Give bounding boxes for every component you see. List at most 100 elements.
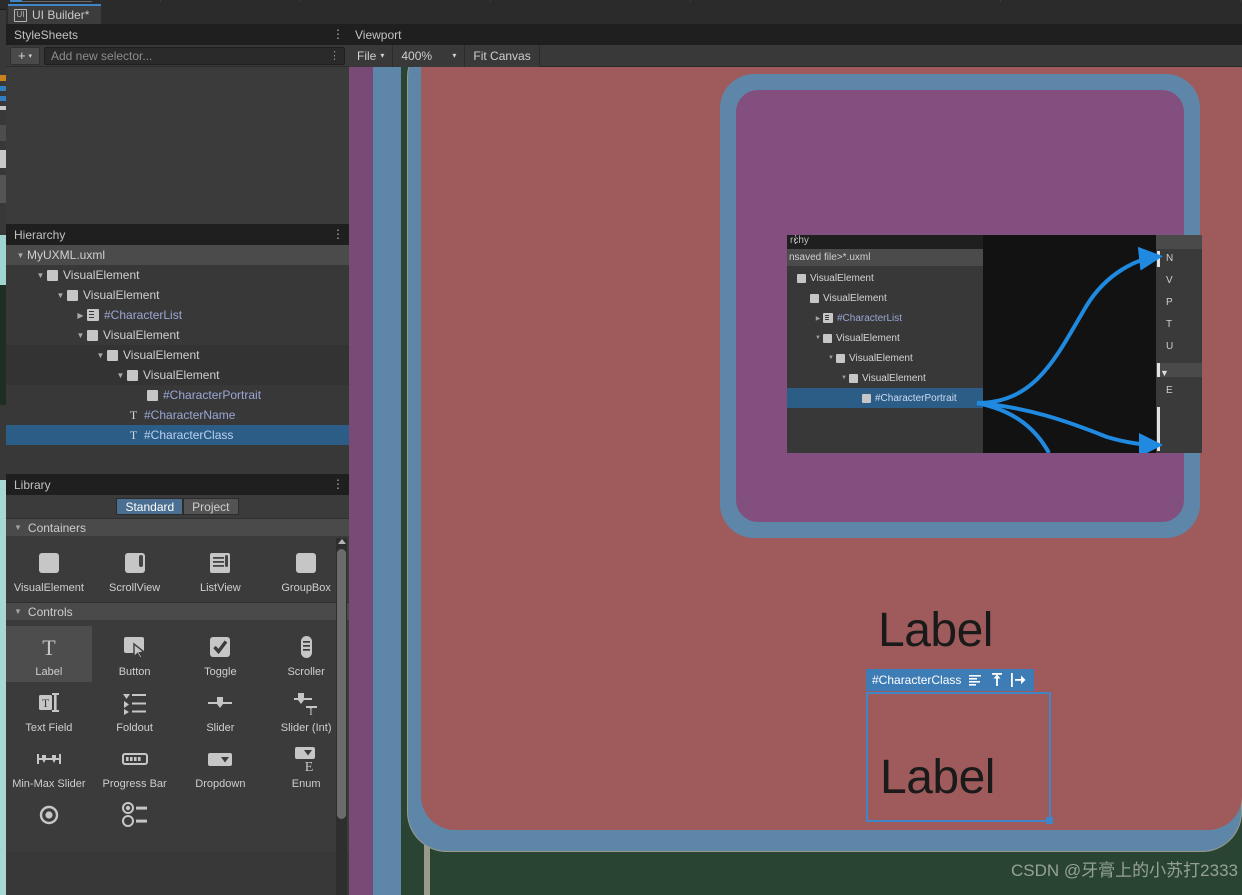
library-item-grid: VisualElement ScrollView ListView GroupBox: [6, 536, 349, 602]
character-class-selection-box[interactable]: Label: [866, 692, 1053, 824]
hierarchy-row[interactable]: ▼ VisualElement: [6, 285, 349, 305]
visual-element-icon: [87, 329, 98, 341]
library-item[interactable]: Toggle: [178, 626, 264, 682]
hierarchy-row-label: VisualElement: [143, 368, 220, 382]
hierarchy-row[interactable]: T #CharacterName: [6, 405, 349, 425]
button-icon: [120, 632, 150, 662]
dropdown-icon: [205, 744, 235, 774]
library-item-label: VisualElement: [13, 582, 84, 594]
fit-canvas-button[interactable]: Fit Canvas: [465, 44, 540, 67]
selection-tag-label: #CharacterClass: [872, 673, 962, 687]
add-stylesheet-button[interactable]: + ▾: [10, 46, 40, 65]
text-element-icon: T: [129, 407, 138, 422]
library-content: ▼ Containers VisualElement ScrollView ListVi…: [6, 518, 349, 852]
library-item[interactable]: Slider: [178, 682, 264, 738]
library-item[interactable]: T Label: [6, 626, 92, 682]
viewport-title: Viewport: [355, 27, 402, 42]
hierarchy-row[interactable]: ▼ MyUXML.uxml: [6, 245, 349, 265]
library-item[interactable]: Button: [92, 626, 178, 682]
character-portrait-inner[interactable]: rchy ⋮ nsaved file>*.uxml VisualElement V…: [736, 90, 1202, 522]
resize-handle-br[interactable]: [1046, 817, 1053, 824]
hierarchy-row-label: VisualElement: [103, 328, 180, 342]
library-scrollbar[interactable]: [336, 538, 347, 895]
text-field-icon: T: [34, 688, 64, 718]
library-item[interactable]: Progress Bar: [92, 738, 178, 794]
library-panel: Library ⋮ Standard Project ▼ Containers Vi…: [6, 474, 349, 895]
hierarchy-row[interactable]: #CharacterPortrait: [6, 385, 349, 405]
library-tab-standard[interactable]: Standard: [116, 498, 184, 515]
library-item[interactable]: Min-Max Slider: [6, 738, 92, 794]
selection-tag[interactable]: #CharacterClass: [866, 669, 1035, 691]
chevron-down-icon[interactable]: ▼: [94, 351, 107, 360]
library-item-label: ListView: [199, 582, 241, 594]
character-portrait-image: rchy ⋮ nsaved file>*.uxml VisualElement V…: [787, 235, 1202, 453]
stylesheets-kebab-icon[interactable]: ⋮: [332, 27, 344, 42]
selector-more-icon[interactable]: ⋮: [329, 49, 340, 62]
scroll-up-arrow-icon[interactable]: [338, 539, 346, 544]
chevron-down-icon[interactable]: ▼: [54, 291, 67, 300]
radio-button-icon: [34, 800, 64, 830]
library-item[interactable]: T Text Field: [6, 682, 92, 738]
library-item-label: Toggle: [204, 666, 237, 678]
left-panel-column: StyleSheets ⋮ + ▾ Add new selector... ⋮ …: [6, 24, 349, 895]
hierarchy-title: Hierarchy: [14, 227, 66, 242]
character-name-label[interactable]: Label: [878, 607, 993, 655]
canvas-stripe-blue-left: [373, 67, 401, 895]
library-tab-project[interactable]: Project: [183, 498, 239, 515]
library-section-header[interactable]: ▼ Controls: [6, 602, 349, 620]
text-align-icon[interactable]: [969, 674, 983, 687]
visual-element-icon: [67, 289, 78, 301]
library-item[interactable]: ScrollView: [92, 542, 178, 598]
anchor-up-icon[interactable]: [991, 673, 1003, 687]
svg-text:I: I: [309, 706, 313, 717]
stylesheets-toolbar: + ▾ Add new selector... ⋮: [6, 45, 349, 67]
label-icon: T: [34, 632, 64, 662]
library-section-header[interactable]: ▼ Containers: [6, 518, 349, 536]
chevron-down-icon[interactable]: ▼: [34, 271, 47, 280]
chevron-down-icon[interactable]: ▼: [74, 331, 87, 340]
hierarchy-row-label: VisualElement: [83, 288, 160, 302]
hierarchy-row[interactable]: ▼ VisualElement: [6, 345, 349, 365]
chevron-down-icon[interactable]: ▼: [14, 251, 27, 260]
visual-element-icon: [47, 269, 58, 281]
hierarchy-row-label: #CharacterList: [104, 308, 183, 322]
hierarchy-row[interactable]: ▼ VisualElement: [6, 365, 349, 385]
library-item[interactable]: VisualElement: [6, 542, 92, 598]
hierarchy-row[interactable]: ▼ VisualElement: [6, 265, 349, 285]
min-max-slider-icon: [34, 744, 64, 774]
stylesheets-title: StyleSheets: [14, 27, 79, 42]
hierarchy-row[interactable]: ▼ VisualElement: [6, 325, 349, 345]
fit-canvas-label: Fit Canvas: [473, 48, 531, 63]
hierarchy-kebab-icon[interactable]: ⋮: [332, 227, 344, 242]
file-menu-button[interactable]: File ▾: [349, 44, 394, 67]
chevron-down-icon[interactable]: ▼: [114, 371, 127, 380]
uxml-canvas[interactable]: rchy ⋮ nsaved file>*.uxml VisualElement V…: [349, 67, 1242, 895]
stretch-horizontal-icon[interactable]: [1011, 673, 1026, 687]
character-portrait-frame[interactable]: rchy ⋮ nsaved file>*.uxml VisualElement V…: [720, 74, 1202, 538]
library-item[interactable]: Dropdown: [178, 738, 264, 794]
library-item-label: Progress Bar: [102, 778, 167, 790]
hierarchy-row[interactable]: ▶ #CharacterList: [6, 305, 349, 325]
zoom-level-dropdown[interactable]: 400% ▾: [393, 44, 466, 67]
library-item-label: Slider (Int): [280, 722, 332, 734]
chevron-down-icon: ▾: [452, 51, 457, 60]
library-item-label: Label: [35, 666, 63, 678]
library-item[interactable]: ListView: [178, 542, 264, 598]
progress-bar-icon: [120, 744, 150, 774]
viewport-panel: Viewport File ▾ 400% ▾ Fit Canvas rchy ⋮…: [349, 24, 1242, 895]
library-kebab-icon[interactable]: ⋮: [332, 477, 344, 492]
visual-element-icon: [107, 349, 118, 361]
tab-ui-builder[interactable]: UI UI Builder*: [8, 4, 102, 24]
library-item[interactable]: Foldout: [92, 682, 178, 738]
chevron-right-icon[interactable]: ▶: [74, 311, 87, 320]
character-class-label[interactable]: Label: [880, 754, 995, 802]
new-selector-input[interactable]: Add new selector... ⋮: [44, 46, 345, 65]
group-box-icon: [291, 548, 321, 578]
window-tab-bar: UI UI Builder*: [6, 2, 1242, 24]
scrollbar-thumb[interactable]: [337, 549, 346, 819]
hierarchy-row[interactable]: T #CharacterClass: [6, 425, 349, 445]
library-item[interactable]: [6, 794, 92, 848]
library-item-label: ScrollView: [109, 582, 161, 594]
library-item[interactable]: [92, 794, 178, 848]
library-section-title: Controls: [27, 604, 73, 619]
